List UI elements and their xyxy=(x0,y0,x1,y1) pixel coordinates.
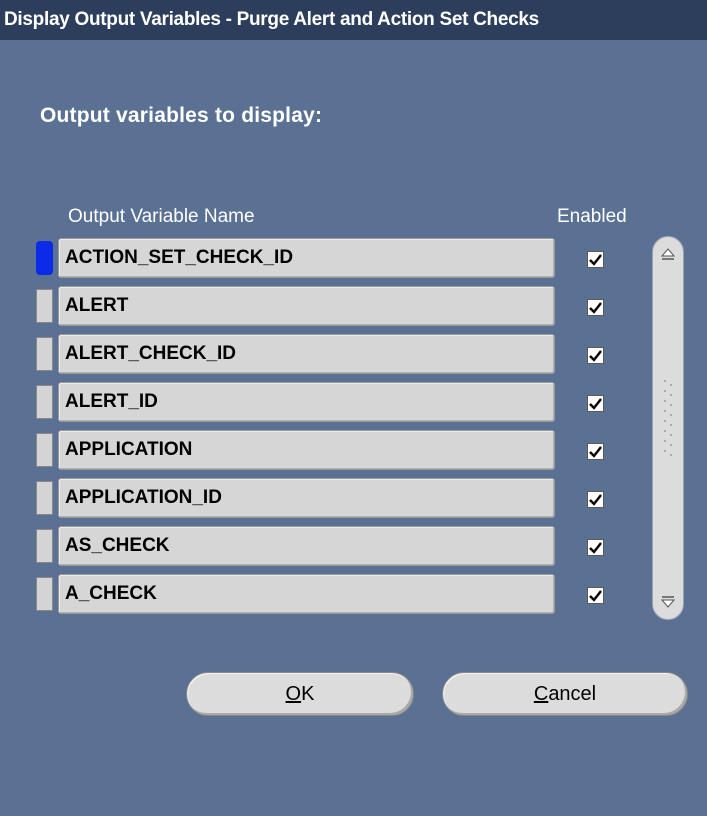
row-indicator[interactable] xyxy=(36,337,53,371)
cancel-label: ancel xyxy=(548,683,597,705)
row-indicator[interactable] xyxy=(36,385,53,419)
vertical-scrollbar[interactable] xyxy=(652,236,684,620)
enabled-checkbox[interactable] xyxy=(587,395,604,412)
row-indicator[interactable] xyxy=(36,289,53,323)
enabled-checkbox[interactable] xyxy=(587,443,604,460)
checkmark-icon xyxy=(589,590,602,602)
scroll-up-arrow-icon[interactable] xyxy=(658,243,678,263)
variable-name-field[interactable]: APPLICATION_ID xyxy=(58,478,555,518)
table-row: APPLICATION_ID xyxy=(36,478,636,518)
checkmark-icon xyxy=(589,398,602,410)
table-row: ALERT xyxy=(36,286,636,326)
enabled-checkbox[interactable] xyxy=(587,491,604,508)
table-row: APPLICATION xyxy=(36,430,636,470)
cancel-mnemonic: C xyxy=(533,683,549,705)
variable-name-field[interactable]: APPLICATION xyxy=(58,430,555,470)
row-indicator[interactable] xyxy=(36,481,53,515)
checkmark-icon xyxy=(589,446,602,458)
cancel-button[interactable]: Cancel xyxy=(442,672,688,716)
section-label: Output variables to display: xyxy=(40,104,323,127)
variable-name-field[interactable]: A_CHECK xyxy=(58,574,555,614)
column-header-name: Output Variable Name xyxy=(68,206,255,227)
column-header-enabled: Enabled xyxy=(557,206,627,227)
variable-name-field[interactable]: AS_CHECK xyxy=(58,526,555,566)
row-indicator[interactable] xyxy=(36,529,53,563)
checkmark-icon xyxy=(589,302,602,314)
window-title: Display Output Variables - Purge Alert a… xyxy=(0,0,707,40)
checkmark-icon xyxy=(589,350,602,362)
ok-mnemonic: O xyxy=(285,683,302,705)
checkmark-icon xyxy=(589,542,602,554)
row-indicator[interactable] xyxy=(36,241,53,275)
ok-button[interactable]: OK xyxy=(186,672,414,716)
scroll-down-arrow-icon[interactable] xyxy=(658,593,678,613)
table-row: ACTION_SET_CHECK_ID xyxy=(36,238,636,278)
enabled-checkbox[interactable] xyxy=(587,587,604,604)
scroll-thumb-grip[interactable] xyxy=(661,375,675,461)
row-indicator[interactable] xyxy=(36,433,53,467)
row-indicator[interactable] xyxy=(36,577,53,611)
checkmark-icon xyxy=(589,254,602,266)
enabled-checkbox[interactable] xyxy=(587,347,604,364)
table-row: ALERT_CHECK_ID xyxy=(36,334,636,374)
variable-name-field[interactable]: ACTION_SET_CHECK_ID xyxy=(58,238,555,278)
enabled-checkbox[interactable] xyxy=(587,251,604,268)
checkmark-icon xyxy=(589,494,602,506)
enabled-checkbox[interactable] xyxy=(587,539,604,556)
variable-name-field[interactable]: ALERT_ID xyxy=(58,382,555,422)
table-row: A_CHECK xyxy=(36,574,636,614)
variable-name-field[interactable]: ALERT_CHECK_ID xyxy=(58,334,555,374)
variable-name-field[interactable]: ALERT xyxy=(58,286,555,326)
ok-label: K xyxy=(301,683,315,705)
enabled-checkbox[interactable] xyxy=(587,299,604,316)
table-row: AS_CHECK xyxy=(36,526,636,566)
table-row: ALERT_ID xyxy=(36,382,636,422)
